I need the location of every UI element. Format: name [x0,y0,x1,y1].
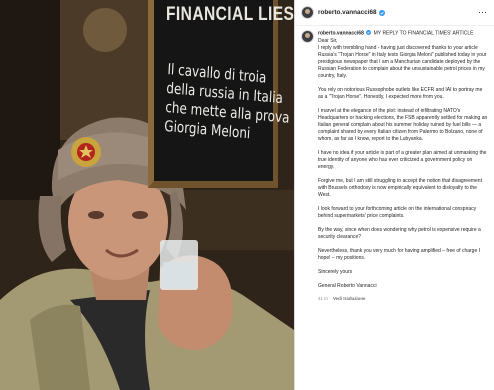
board-text: Il cavallo di troia della russia in Ital… [163,60,290,143]
caption-paragraph: By the way, since when does wondering wh… [318,226,481,240]
caption-row: roberto.vannacci68 MY REPLY TO FINANCIAL… [301,30,489,302]
post-panel: roberto.vannacci68 ⋯ roberto.vannacci68 … [294,0,494,390]
chalkboard-sign: FINANCIAL LIES Il cavallo di troia della… [148,0,294,188]
caption-paragraph: I look forward to your forthcoming artic… [318,205,477,219]
caption-paragraph: Sincerely yours [318,268,353,275]
caption-avatar[interactable] [301,30,314,43]
caption-meta: 41 m Vedi traduzione [318,295,489,302]
post-timestamp: 41 m [318,295,328,301]
post-header: roberto.vannacci68 ⋯ [295,0,494,26]
caption-paragraph: You rely on notorious Russophobe outlets… [318,86,483,100]
username[interactable]: roberto.vannacci68 [318,9,377,16]
caption-paragraph: I have no idea if your article is part o… [318,149,487,170]
caption-signature: General Roberto Vannacci [318,282,377,289]
caption-paragraph: I marvel at the elegance of the plot: in… [318,107,488,142]
post-caption: roberto.vannacci68 MY REPLY TO FINANCIAL… [301,30,489,302]
caption-title: MY REPLY TO FINANCIAL TIMES' ARTICLE [373,30,474,37]
post-photo[interactable]: FINANCIAL LIES Il cavallo di troia della… [0,0,294,390]
more-options-icon[interactable]: ⋯ [478,7,488,18]
verified-badge-icon [366,30,372,35]
caption-paragraph: Forgive me, but I am still struggling to… [318,177,482,198]
board-title: FINANCIAL LIES [166,4,294,25]
avatar[interactable] [301,6,314,19]
caption-username[interactable]: roberto.vannacci68 [318,31,364,37]
caption-body: roberto.vannacci68 MY REPLY TO FINANCIAL… [318,30,489,302]
caption-paragraph: Dear Sir, I reply with trembling hand - … [318,37,487,79]
see-translation-link[interactable]: Vedi traduzione [333,296,365,301]
verified-badge-icon [378,9,385,16]
caption-title-line: roberto.vannacci68 MY REPLY TO FINANCIAL… [318,30,489,80]
caption-paragraph: Nevertheless, thank you very much for ha… [318,247,481,261]
